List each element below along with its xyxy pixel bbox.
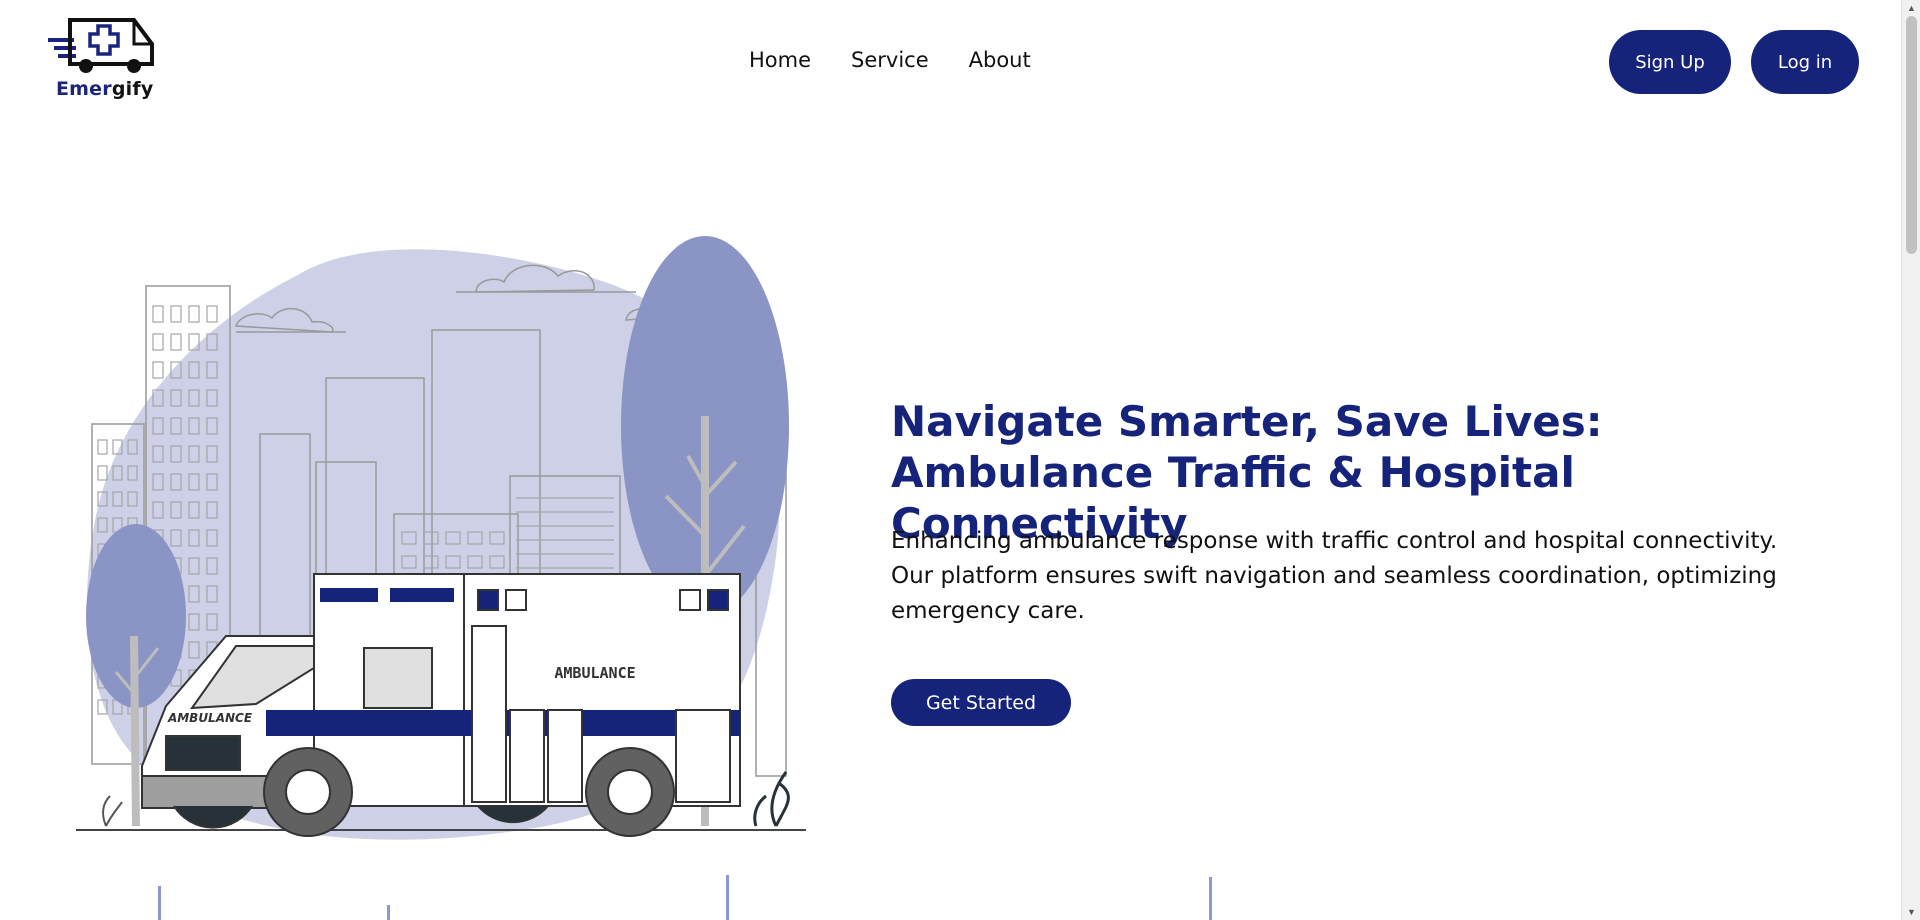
- scroll-thumb[interactable]: [1906, 16, 1917, 254]
- log-in-button[interactable]: Log in: [1751, 30, 1859, 94]
- brand-name-part1: Emer: [56, 78, 112, 100]
- page: Emergify Home Service About Sign Up Log …: [0, 0, 1901, 920]
- get-started-button[interactable]: Get Started: [891, 679, 1071, 726]
- section-divider-line: [387, 905, 390, 920]
- nav-item-home[interactable]: Home: [749, 48, 811, 72]
- brand-name: Emergify: [56, 78, 153, 100]
- chevron-up-icon[interactable]: ▲: [1902, 0, 1920, 16]
- brand-logo[interactable]: Emergify: [48, 16, 160, 106]
- brand-name-part2: gify: [111, 78, 154, 100]
- ambulance-city-illustration: AMBULANCE AMBULANCE: [76, 236, 806, 840]
- section-divider-line: [1209, 877, 1212, 920]
- main-nav: Home Service About: [749, 48, 1031, 72]
- hero-illustration: AMBULANCE AMBULANCE: [76, 236, 806, 846]
- nav-item-about[interactable]: About: [969, 48, 1031, 72]
- ambulance-logo-icon: [48, 18, 154, 73]
- page-scrollbar[interactable]: ▲ ▼: [1901, 0, 1920, 920]
- hero-description: Enhancing ambulance response with traffi…: [891, 528, 1778, 624]
- ambulance-front-label: AMBULANCE: [167, 711, 253, 725]
- ambulance-side-label: AMBULANCE: [554, 664, 635, 682]
- chevron-down-icon[interactable]: ▼: [1902, 904, 1920, 920]
- nav-item-service[interactable]: Service: [851, 48, 929, 72]
- section-divider-line: [158, 886, 161, 920]
- sign-up-button[interactable]: Sign Up: [1609, 30, 1731, 94]
- section-divider-line: [726, 875, 729, 920]
